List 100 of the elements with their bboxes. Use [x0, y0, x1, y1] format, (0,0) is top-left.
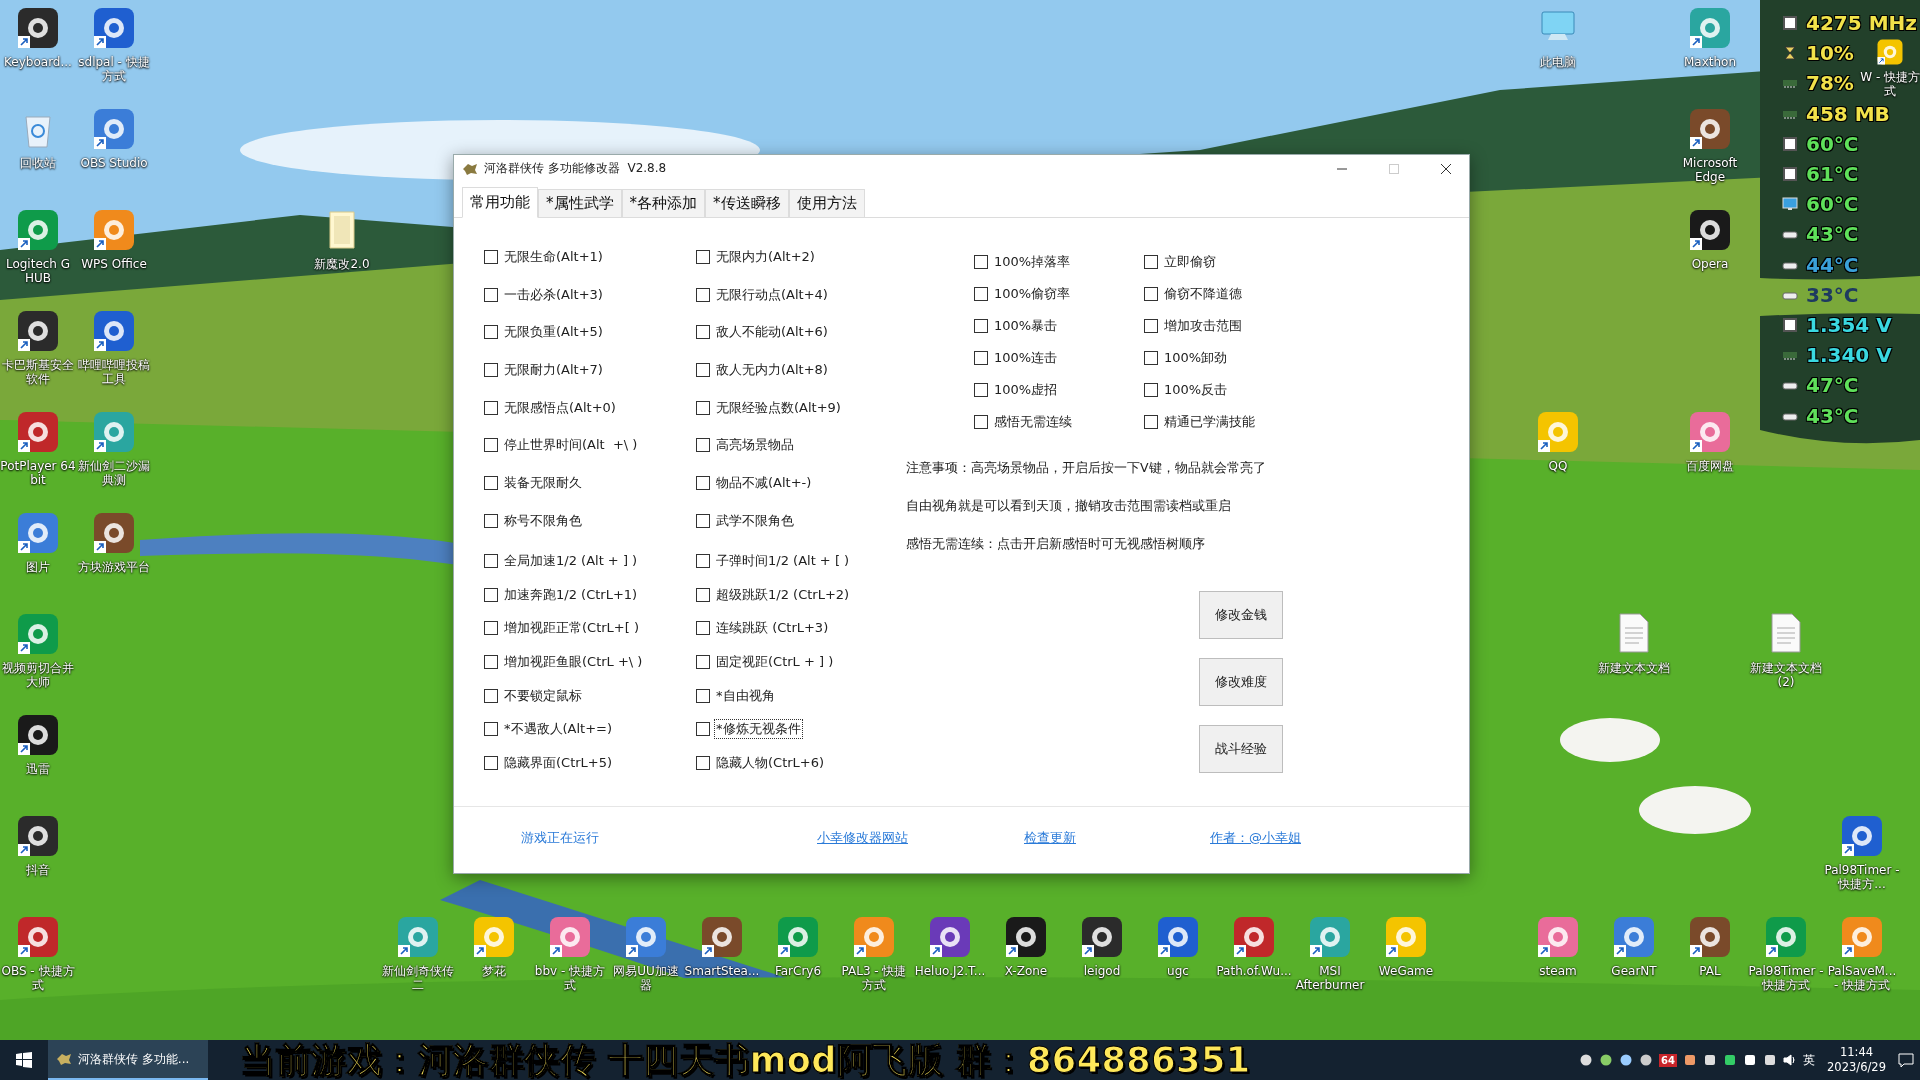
checkbox[interactable] [696, 587, 710, 602]
tray-icon[interactable] [1619, 1053, 1634, 1067]
checkbox-label[interactable]: 100%连击 [993, 349, 1059, 367]
clock[interactable]: 11:44 2023/6/29 [1821, 1045, 1892, 1075]
checkbox[interactable] [696, 755, 710, 770]
checkbox[interactable] [484, 287, 498, 302]
checkbox[interactable] [974, 319, 988, 333]
tab[interactable]: 使用方法 [788, 189, 865, 217]
checkbox[interactable] [1144, 319, 1158, 333]
checkbox-label[interactable]: 100%反击 [1163, 381, 1229, 399]
checkbox-label[interactable]: 精通已学满技能 [1163, 413, 1256, 431]
checkbox-label[interactable]: 100%暴击 [993, 317, 1059, 335]
checkbox-label[interactable]: *修炼无视条件 [715, 720, 802, 739]
checkbox[interactable] [484, 249, 498, 264]
checkbox[interactable] [1144, 351, 1158, 365]
checkbox[interactable] [484, 475, 498, 490]
checkbox-label[interactable]: 子弹时间1/2 (Alt + [ ) [715, 552, 851, 571]
checkbox-label[interactable]: 无限行动点(Alt+4) [715, 285, 829, 304]
action-button[interactable]: 战斗经验 [1199, 725, 1283, 773]
footer-link[interactable]: 作者：@小幸姐 [1210, 829, 1469, 847]
tray-icon[interactable] [1639, 1053, 1654, 1067]
volume-icon[interactable] [1783, 1053, 1798, 1067]
tab[interactable]: *传送瞬移 [705, 189, 789, 217]
checkbox[interactable] [484, 438, 498, 453]
tray-icon[interactable] [1683, 1053, 1698, 1067]
checkbox[interactable] [1144, 415, 1158, 429]
checkbox[interactable] [696, 438, 710, 453]
tray-icon[interactable] [1723, 1053, 1738, 1067]
checkbox[interactable] [696, 475, 710, 490]
input-method-indicator[interactable]: 英 [1803, 1051, 1816, 1069]
checkbox[interactable] [1144, 287, 1158, 301]
checkbox-label[interactable]: 隐藏人物(CtrL+6) [715, 753, 826, 772]
checkbox-label[interactable]: 无限生命(Alt+1) [503, 247, 604, 266]
checkbox[interactable] [1144, 383, 1158, 397]
action-button[interactable]: 修改金钱 [1199, 591, 1283, 639]
checkbox-label[interactable]: 物品不减(Alt+-) [715, 473, 813, 492]
checkbox-label[interactable]: 敌人不能动(Alt+6) [715, 323, 829, 342]
checkbox[interactable] [696, 688, 710, 703]
checkbox[interactable] [696, 249, 710, 264]
checkbox-label[interactable]: 100%虚招 [993, 381, 1059, 399]
checkbox[interactable] [974, 351, 988, 365]
action-button[interactable]: 修改难度 [1199, 658, 1283, 706]
checkbox-label[interactable]: 敌人无内力(Alt+8) [715, 360, 829, 379]
tray-icon[interactable] [1763, 1053, 1778, 1067]
checkbox[interactable] [484, 655, 498, 670]
tray-icon[interactable] [1743, 1053, 1758, 1067]
checkbox[interactable] [484, 362, 498, 377]
tab[interactable]: *属性武学 [538, 189, 622, 217]
checkbox-label[interactable]: 无限内力(Alt+2) [715, 247, 816, 266]
checkbox[interactable] [484, 513, 498, 528]
checkbox-label[interactable]: 连续跳跃 (CtrL+3) [715, 619, 830, 638]
checkbox-label[interactable]: 增加攻击范围 [1163, 317, 1243, 335]
checkbox-label[interactable]: 无限感悟点(Alt+0) [503, 398, 617, 417]
checkbox[interactable] [696, 554, 710, 569]
checkbox[interactable] [484, 400, 498, 415]
checkbox[interactable] [696, 655, 710, 670]
checkbox[interactable] [484, 722, 498, 737]
checkbox-label[interactable]: 100%卸劲 [1163, 349, 1229, 367]
checkbox-label[interactable]: 停止世界时间(Alt +\ ) [503, 436, 639, 455]
checkbox-label[interactable]: 高亮场景物品 [715, 436, 795, 455]
checkbox[interactable] [484, 621, 498, 636]
tab[interactable]: 常用功能 [462, 187, 538, 218]
checkbox-label[interactable]: 称号不限角色 [503, 511, 583, 530]
checkbox-label[interactable]: 不要锁定鼠标 [503, 686, 583, 705]
checkbox-label[interactable]: 增加视距正常(CtrL+[ ) [503, 619, 640, 638]
checkbox-label[interactable]: 隐藏界面(CtrL+5) [503, 753, 614, 772]
checkbox-label[interactable]: 加速奔跑1/2 (CtrL+1) [503, 585, 639, 604]
checkbox[interactable] [1144, 255, 1158, 269]
checkbox-label[interactable]: 全局加速1/2 (Alt + ] ) [503, 552, 639, 571]
checkbox-label[interactable]: 感悟无需连续 [993, 413, 1073, 431]
checkbox-label[interactable]: 装备无限耐久 [503, 473, 583, 492]
checkbox-label[interactable]: 增加视距鱼眼(CtrL +\ ) [503, 653, 644, 672]
footer-link[interactable]: 小幸修改器网站 [817, 829, 1024, 847]
checkbox-label[interactable]: 立即偷窃 [1163, 253, 1217, 271]
checkbox-label[interactable]: 超级跳跃1/2 (CtrL+2) [715, 585, 851, 604]
checkbox[interactable] [696, 722, 710, 737]
checkbox-label[interactable]: 100%偷窃率 [993, 285, 1072, 303]
checkbox[interactable] [696, 621, 710, 636]
checkbox[interactable] [696, 287, 710, 302]
checkbox[interactable] [974, 383, 988, 397]
checkbox[interactable] [484, 325, 498, 340]
checkbox[interactable] [974, 287, 988, 301]
taskbar-app-button[interactable]: 河洛群侠传 多功能... [48, 1040, 208, 1080]
checkbox-label[interactable]: 一击必杀(Alt+3) [503, 285, 604, 304]
checkbox-label[interactable]: 偷窃不降道德 [1163, 285, 1243, 303]
checkbox[interactable] [484, 755, 498, 770]
tray-icon[interactable] [1703, 1053, 1718, 1067]
checkbox[interactable] [484, 688, 498, 703]
checkbox-label[interactable]: 无限负重(Alt+5) [503, 323, 604, 342]
tray-icon[interactable] [1599, 1053, 1614, 1067]
checkbox-label[interactable]: 固定视距(CtrL + ] ) [715, 653, 835, 672]
checkbox[interactable] [974, 255, 988, 269]
checkbox[interactable] [696, 362, 710, 377]
checkbox[interactable] [696, 325, 710, 340]
checkbox-label[interactable]: 武学不限角色 [715, 511, 795, 530]
tray-icon[interactable] [1579, 1053, 1594, 1067]
checkbox-label[interactable]: *自由视角 [715, 686, 776, 705]
checkbox[interactable] [484, 554, 498, 569]
notification-icon[interactable] [1898, 1052, 1914, 1068]
checkbox[interactable] [974, 415, 988, 429]
